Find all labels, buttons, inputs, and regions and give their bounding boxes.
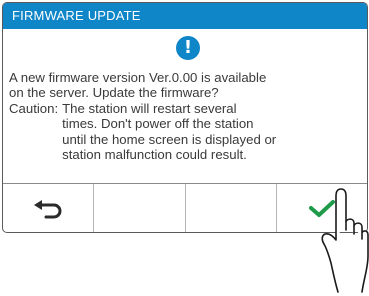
message-line-2: on the server. Update the firmware? — [9, 85, 219, 101]
dialog-title: FIRMWARE UPDATE — [12, 8, 141, 23]
title-bar: FIRMWARE UPDATE — [3, 3, 367, 29]
return-arrow-icon — [34, 199, 62, 218]
exclamation-circle-icon: ! — [176, 36, 200, 60]
caution-label: Caution: — [9, 100, 59, 116]
caution-text: The station will restart several times. … — [62, 101, 276, 163]
message-line-1: A new firmware version Ver.0.00 is avail… — [9, 70, 267, 85]
caution-line-3: until the home screen is displayed or — [62, 131, 277, 147]
empty-button-2[interactable] — [94, 184, 186, 232]
caution-line-2: times. Don't power off the station — [62, 116, 254, 132]
empty-button-3[interactable] — [186, 184, 277, 232]
pointing-hand-icon — [321, 188, 369, 293]
caution-block: Caution: The station will restart severa… — [9, 101, 359, 163]
caution-line-1: The station will restart several — [62, 100, 237, 116]
back-button[interactable] — [3, 184, 95, 232]
caution-line-4: station malfunction could result. — [62, 147, 247, 163]
message-body: A new firmware version Ver.0.00 is avail… — [9, 70, 359, 162]
